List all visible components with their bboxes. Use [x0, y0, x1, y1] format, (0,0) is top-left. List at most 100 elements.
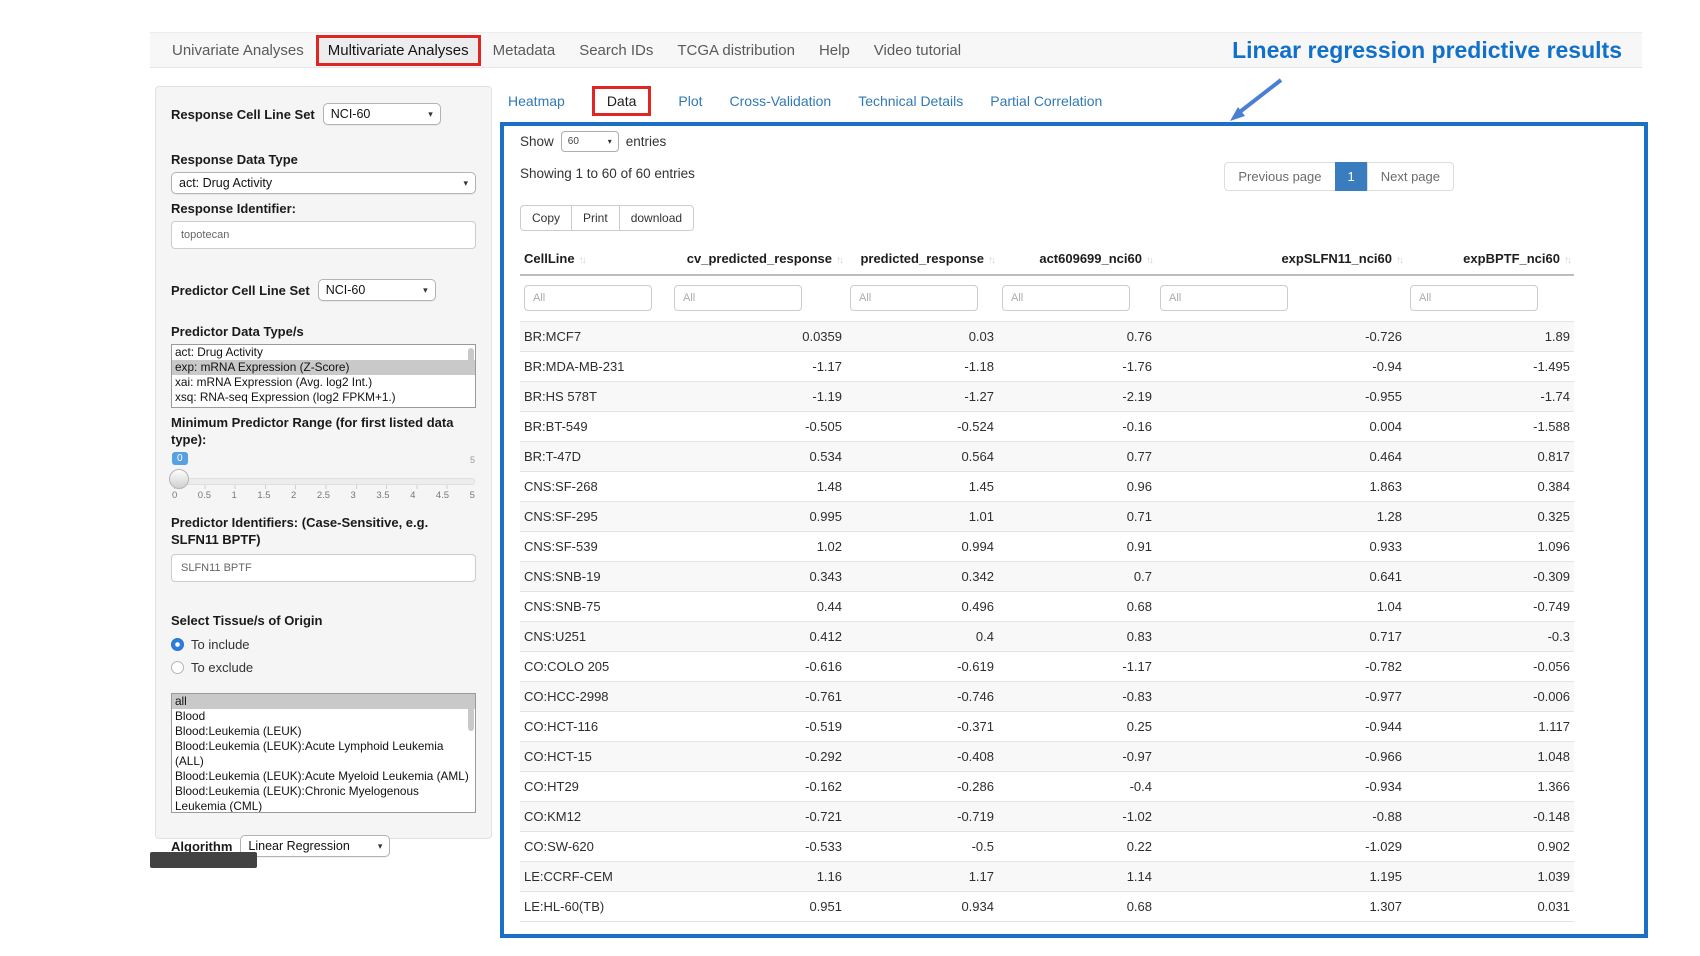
nav-item-search-ids[interactable]: Search IDs	[567, 35, 665, 66]
table-row: CNS:SF-2950.9951.010.711.280.325	[520, 502, 1574, 532]
column-header-cellline[interactable]: CellLine↑↓	[520, 241, 670, 275]
value-cell: 1.195	[1156, 862, 1406, 892]
column-header-act609699-nci60[interactable]: act609699_nci60↑↓	[998, 241, 1156, 275]
column-header-cv-predicted-response[interactable]: cv_predicted_response↑↓	[670, 241, 846, 275]
cellline-cell: BR:MCF7	[520, 322, 670, 352]
tissue-list[interactable]: allBloodBlood:Leukemia (LEUK)Blood:Leuke…	[171, 693, 476, 813]
response-data-type-select[interactable]: act: Drug Activity ▾	[171, 172, 476, 194]
data-type-option[interactable]: xai: mRNA Expression (Avg. log2 Int.)	[172, 375, 475, 390]
entries-select[interactable]: 60 ▾	[561, 131, 619, 152]
tissue-option[interactable]: Blood:Leukemia (LEUK)	[172, 724, 475, 739]
page-number-button[interactable]: 1	[1335, 162, 1368, 191]
tab-technical-details[interactable]: Technical Details	[858, 93, 963, 109]
value-cell: 1.16	[670, 862, 846, 892]
sort-icon: ↑↓	[1564, 255, 1570, 266]
next-page-button[interactable]: Next page	[1367, 162, 1454, 191]
tab-heatmap[interactable]: Heatmap	[508, 93, 565, 109]
cellline-cell: LE:HL-60(TB)	[520, 892, 670, 922]
nav-item-univariate-analyses[interactable]: Univariate Analyses	[160, 35, 316, 66]
print-button[interactable]: Print	[571, 205, 620, 231]
filter-input-expslfn11-nci60[interactable]	[1160, 285, 1288, 311]
column-header-expbptf-nci60[interactable]: expBPTF_nci60↑↓	[1406, 241, 1574, 275]
value-cell: 0.995	[670, 502, 846, 532]
min-range-slider[interactable]: 0 5 00.511.522.533.544.55	[172, 456, 475, 508]
column-header-label: cv_predicted_response	[687, 251, 832, 266]
column-header-expslfn11-nci60[interactable]: expSLFN11_nci60↑↓	[1156, 241, 1406, 275]
response-cell-line-set-select[interactable]: NCI-60 ▾	[323, 103, 441, 125]
nav-item-tcga-distribution[interactable]: TCGA distribution	[665, 35, 807, 66]
value-cell: -0.966	[1156, 742, 1406, 772]
radio-to-include[interactable]: To include	[171, 637, 476, 652]
slider-track[interactable]	[172, 478, 475, 485]
data-type-option[interactable]: xsq: RNA-seq Expression (log2 FPKM+1.)	[172, 390, 475, 405]
table-row: CO:COLO 205-0.616-0.619-1.17-0.782-0.056	[520, 652, 1574, 682]
top-navbar: Univariate AnalysesMultivariate Analyses…	[150, 32, 1642, 68]
data-type-option[interactable]: exp: mRNA Expression (Z-Score)	[172, 360, 475, 375]
cellline-cell: CNS:SF-295	[520, 502, 670, 532]
algorithm-select[interactable]: Linear Regression ▾	[240, 835, 390, 857]
tab-plot[interactable]: Plot	[678, 93, 702, 109]
predictor-cell-line-set-select[interactable]: NCI-60 ▾	[318, 279, 436, 301]
entries-value: 60	[568, 136, 579, 147]
value-cell: 0.004	[1156, 412, 1406, 442]
slider-handle[interactable]	[169, 469, 189, 489]
value-cell: -0.408	[846, 742, 998, 772]
value-cell: 0.4	[846, 622, 998, 652]
data-type-option[interactable]: act: Drug Activity	[172, 345, 475, 360]
filter-input-cellline[interactable]	[524, 285, 652, 311]
cellline-cell: CO:HCT-15	[520, 742, 670, 772]
cellline-cell: BR:HS 578T	[520, 382, 670, 412]
slider-ticks: 00.511.522.533.544.55	[172, 490, 475, 501]
sidebar: Response Cell Line Set NCI-60 ▾ Response…	[155, 86, 492, 839]
tissue-option[interactable]: Blood:Leukemia (LEUK):Chronic Myelogenou…	[172, 784, 475, 813]
filter-input-cv-predicted-response[interactable]	[674, 285, 802, 311]
tissue-option[interactable]: Blood	[172, 709, 475, 724]
value-cell: -1.76	[998, 352, 1156, 382]
previous-page-button[interactable]: Previous page	[1224, 162, 1335, 191]
radio-to-exclude[interactable]: To exclude	[171, 660, 476, 675]
value-cell: -0.524	[846, 412, 998, 442]
filter-input-expbptf-nci60[interactable]	[1410, 285, 1538, 311]
copy-button[interactable]: Copy	[520, 205, 572, 231]
tissue-option[interactable]: Blood:Leukemia (LEUK):Acute Lymphoid Leu…	[172, 739, 475, 769]
tab-partial-correlation[interactable]: Partial Correlation	[990, 93, 1102, 109]
link-preview-bar	[150, 852, 257, 868]
tissue-option[interactable]: all	[172, 694, 475, 709]
filter-input-predicted-response[interactable]	[850, 285, 978, 311]
tissue-option[interactable]: Blood:Leukemia (LEUK):Acute Myeloid Leuk…	[172, 769, 475, 784]
value-cell: 1.17	[846, 862, 998, 892]
filter-input-act609699-nci60[interactable]	[1002, 285, 1130, 311]
scrollbar-thumb[interactable]	[468, 348, 474, 374]
value-cell: -0.749	[1406, 592, 1574, 622]
value-cell: -1.18	[846, 352, 998, 382]
value-cell: -1.17	[670, 352, 846, 382]
download-button[interactable]: download	[619, 205, 694, 231]
value-cell: 0.464	[1156, 442, 1406, 472]
predictor-identifiers-input[interactable]	[171, 554, 476, 582]
scrollbar-thumb[interactable]	[468, 697, 474, 731]
predictor-data-type-list[interactable]: act: Drug Activityexp: mRNA Expression (…	[171, 344, 476, 408]
nav-item-multivariate-analyses[interactable]: Multivariate Analyses	[316, 35, 481, 66]
chevron-down-icon: ▾	[463, 178, 468, 189]
nav-item-metadata[interactable]: Metadata	[481, 35, 568, 66]
tab-cross-validation[interactable]: Cross-Validation	[730, 93, 832, 109]
value-cell: 1.863	[1156, 472, 1406, 502]
value-cell: -0.88	[1156, 802, 1406, 832]
nav-item-help[interactable]: Help	[807, 35, 862, 66]
response-identifier-input[interactable]	[171, 221, 476, 249]
cellline-cell: BR:BT-549	[520, 412, 670, 442]
value-cell: -0.721	[670, 802, 846, 832]
table-filter-row	[520, 275, 1574, 322]
pagination: Previous page 1 Next page	[1225, 162, 1454, 191]
sort-icon: ↑↓	[1396, 255, 1402, 266]
response-data-type-value: act: Drug Activity	[179, 176, 272, 190]
predictor-cell-line-set-value: NCI-60	[326, 283, 366, 297]
value-cell: -0.519	[670, 712, 846, 742]
value-cell: -0.5	[846, 832, 998, 862]
nav-item-video-tutorial[interactable]: Video tutorial	[862, 35, 973, 66]
value-cell: 1.45	[846, 472, 998, 502]
column-header-predicted-response[interactable]: predicted_response↑↓	[846, 241, 998, 275]
value-cell: 0.934	[846, 892, 998, 922]
value-cell: 1.48	[670, 472, 846, 502]
tab-data[interactable]: Data	[592, 86, 652, 116]
